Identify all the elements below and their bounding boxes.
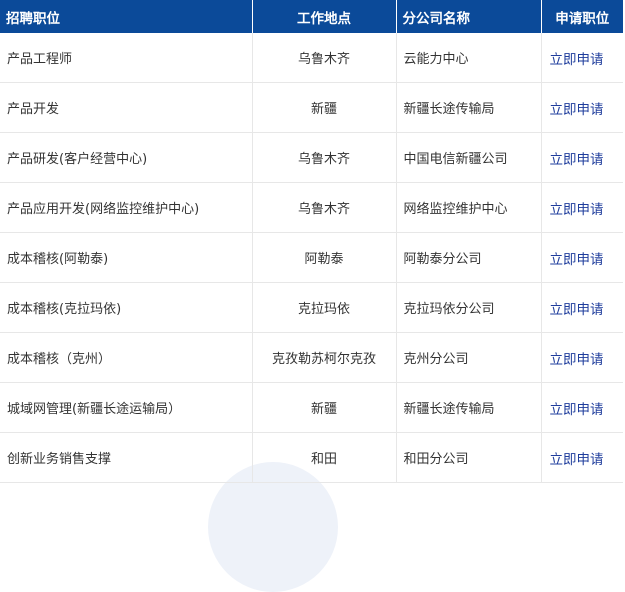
apply-cell: 立即申请 xyxy=(541,282,623,333)
apply-link[interactable]: 立即申请 xyxy=(550,252,604,268)
header-branch: 分公司名称 xyxy=(396,0,542,33)
job-position: 产品工程师 xyxy=(0,33,253,83)
job-location: 克拉玛依 xyxy=(252,282,397,333)
apply-link[interactable]: 立即申请 xyxy=(550,202,604,218)
job-location: 乌鲁木齐 xyxy=(252,132,397,183)
apply-cell: 立即申请 xyxy=(541,82,623,133)
job-location: 阿勒泰 xyxy=(252,232,397,283)
job-branch: 中国电信新疆公司 xyxy=(396,132,542,183)
job-position: 产品开发 xyxy=(0,82,253,133)
job-branch: 新疆长途传输局 xyxy=(396,382,542,433)
job-branch: 网络监控维护中心 xyxy=(396,182,542,233)
apply-cell: 立即申请 xyxy=(541,132,623,183)
table-row: 创新业务销售支撑 和田 和田分公司 立即申请 xyxy=(0,432,623,483)
apply-link[interactable]: 立即申请 xyxy=(550,402,604,418)
apply-link[interactable]: 立即申请 xyxy=(550,452,604,468)
apply-cell: 立即申请 xyxy=(541,33,623,83)
table-row: 成本稽核（克州） 克孜勒苏柯尔克孜 克州分公司 立即申请 xyxy=(0,332,623,383)
apply-cell: 立即申请 xyxy=(541,432,623,483)
table-header: 招聘职位 工作地点 分公司名称 申请职位 xyxy=(0,0,623,33)
table-body: 产品工程师 乌鲁木齐 云能力中心 立即申请 产品开发 新疆 新疆长途传输局 立即… xyxy=(0,33,623,483)
apply-link[interactable]: 立即申请 xyxy=(550,152,604,168)
job-branch: 和田分公司 xyxy=(396,432,542,483)
job-branch: 云能力中心 xyxy=(396,33,542,83)
job-position: 产品研发(客户经营中心) xyxy=(0,132,253,183)
header-apply: 申请职位 xyxy=(541,0,623,33)
table-row: 城域网管理(新疆长途运输局） 新疆 新疆长途传输局 立即申请 xyxy=(0,382,623,433)
apply-cell: 立即申请 xyxy=(541,232,623,283)
table-row: 成本稽核(阿勒泰) 阿勒泰 阿勒泰分公司 立即申请 xyxy=(0,232,623,283)
table-row: 产品工程师 乌鲁木齐 云能力中心 立即申请 xyxy=(0,33,623,83)
apply-link[interactable]: 立即申请 xyxy=(550,352,604,368)
apply-link[interactable]: 立即申请 xyxy=(550,302,604,318)
header-position: 招聘职位 xyxy=(0,0,253,33)
apply-cell: 立即申请 xyxy=(541,382,623,433)
job-listings-table: 招聘职位 工作地点 分公司名称 申请职位 产品工程师 乌鲁木齐 云能力中心 立即… xyxy=(0,0,623,483)
job-location: 乌鲁木齐 xyxy=(252,33,397,83)
job-location: 新疆 xyxy=(252,82,397,133)
job-branch: 阿勒泰分公司 xyxy=(396,232,542,283)
job-position: 城域网管理(新疆长途运输局） xyxy=(0,382,253,433)
table-row: 产品研发(客户经营中心) 乌鲁木齐 中国电信新疆公司 立即申请 xyxy=(0,132,623,183)
job-position: 创新业务销售支撑 xyxy=(0,432,253,483)
job-location: 乌鲁木齐 xyxy=(252,182,397,233)
header-row: 招聘职位 工作地点 分公司名称 申请职位 xyxy=(0,0,623,33)
job-branch: 新疆长途传输局 xyxy=(396,82,542,133)
job-position: 产品应用开发(网络监控维护中心) xyxy=(0,182,253,233)
job-location: 克孜勒苏柯尔克孜 xyxy=(252,332,397,383)
job-position: 成本稽核(克拉玛依) xyxy=(0,282,253,333)
job-location: 新疆 xyxy=(252,382,397,433)
table-row: 产品应用开发(网络监控维护中心) 乌鲁木齐 网络监控维护中心 立即申请 xyxy=(0,182,623,233)
apply-link[interactable]: 立即申请 xyxy=(550,102,604,118)
job-position: 成本稽核(阿勒泰) xyxy=(0,232,253,283)
job-position: 成本稽核（克州） xyxy=(0,332,253,383)
table-row: 产品开发 新疆 新疆长途传输局 立即申请 xyxy=(0,82,623,133)
job-branch: 克州分公司 xyxy=(396,332,542,383)
table-row: 成本稽核(克拉玛依) 克拉玛依 克拉玛依分公司 立即申请 xyxy=(0,282,623,333)
apply-cell: 立即申请 xyxy=(541,332,623,383)
apply-link[interactable]: 立即申请 xyxy=(550,52,604,68)
header-location: 工作地点 xyxy=(252,0,397,33)
apply-cell: 立即申请 xyxy=(541,182,623,233)
job-location: 和田 xyxy=(252,432,397,483)
job-branch: 克拉玛依分公司 xyxy=(396,282,542,333)
